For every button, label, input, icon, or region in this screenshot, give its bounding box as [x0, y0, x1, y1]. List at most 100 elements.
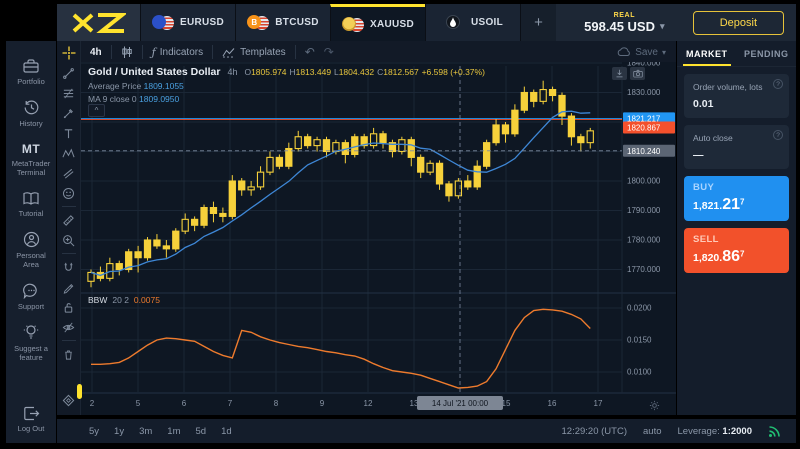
hide-drawings-eye-icon[interactable]: [61, 320, 77, 334]
candle-body: [239, 181, 245, 190]
save-layout-button[interactable]: Save ▾: [617, 47, 676, 58]
order-volume-field[interactable]: Order volume, lots 0.01 ?: [684, 74, 789, 118]
add-symbol-tab-button[interactable]: +: [520, 4, 556, 41]
sell-button[interactable]: SELL 1,820.867: [684, 228, 789, 273]
account-selector[interactable]: REAL 598.45 USD ▾: [556, 4, 693, 41]
candlestick-icon: [121, 46, 133, 59]
crosshair-tool-icon[interactable]: [61, 46, 77, 60]
svg-text:14 Jul '21 00:00: 14 Jul '21 00:00: [432, 399, 489, 408]
candle-body: [568, 116, 574, 137]
ruler-tool-icon[interactable]: [61, 213, 77, 227]
candle-body: [116, 264, 122, 270]
order-panel: MARKET PENDING Order volume, lots 0.01 ?…: [676, 41, 796, 415]
tab-pending[interactable]: PENDING: [737, 41, 797, 66]
price-axis-label: 1830.000: [627, 88, 661, 97]
sidebar-item-history[interactable]: History: [6, 94, 56, 133]
legend-collapse-button[interactable]: ^: [88, 104, 105, 117]
candle-body: [455, 181, 461, 196]
templates-icon: [222, 47, 236, 58]
bbw-line: [91, 309, 590, 388]
candle-body: [182, 219, 188, 231]
range-button-1y[interactable]: 1y: [114, 426, 124, 437]
redo-button[interactable]: ↷: [324, 41, 343, 63]
candle-body: [474, 166, 480, 187]
zoom-in-tool-icon[interactable]: [61, 233, 77, 247]
chevron-down-icon: ▾: [660, 21, 665, 32]
sidebar-item-support[interactable]: Support: [6, 278, 56, 316]
trend-line-tool-icon[interactable]: [61, 66, 77, 80]
edit-pencil-tool-icon[interactable]: [61, 280, 77, 294]
channel-tool-icon[interactable]: [61, 166, 77, 180]
object-tree-cube-icon[interactable]: [61, 393, 77, 407]
chart-canvas[interactable]: 1840.0001830.0001800.0001790.0001780.000…: [81, 62, 676, 415]
text-tool-icon[interactable]: [61, 126, 77, 140]
symbol-tab-btcusd[interactable]: B BTCUSD: [235, 4, 330, 41]
axis-settings-button[interactable]: [649, 398, 660, 416]
brush-tool-icon[interactable]: [61, 106, 77, 120]
auto-close-field[interactable]: Auto close — ?: [684, 125, 789, 169]
candle-body: [540, 90, 546, 102]
help-icon[interactable]: ?: [773, 79, 783, 89]
buy-button[interactable]: BUY 1,821.217: [684, 176, 789, 221]
timeframe-selector[interactable]: 4h: [81, 41, 111, 63]
exness-logo: [57, 4, 140, 41]
range-button-1d[interactable]: 1d: [221, 426, 232, 437]
chart-toolbar: 4h ƒ Indicators Templates ↶ ↷ Save ▾: [81, 41, 676, 64]
deposit-button[interactable]: Deposit: [693, 11, 784, 35]
candle-body: [248, 187, 254, 190]
auto-close-value[interactable]: —: [693, 149, 780, 161]
bottom-bar: 5y1y3m1m5d1d 12:29:20 (UTC) auto Leverag…: [57, 418, 796, 443]
candle-body: [201, 208, 207, 226]
range-button-1m[interactable]: 1m: [167, 426, 180, 437]
leverage-info: Leverage: 1:2000: [678, 426, 753, 437]
sidebar-item-logout[interactable]: Log Out: [6, 401, 56, 443]
candle-body: [399, 140, 405, 152]
lock-tool-icon[interactable]: [61, 300, 77, 314]
screenshot-chart-button[interactable]: [630, 67, 645, 80]
btcusd-pair-icon: B: [247, 15, 269, 30]
timezone-auto-toggle[interactable]: auto: [643, 426, 662, 437]
symbol-tab-usoil[interactable]: USOIL: [425, 4, 520, 41]
emoji-tool-icon[interactable]: [61, 186, 77, 200]
candle-body: [220, 213, 226, 216]
undo-button[interactable]: ↶: [296, 41, 324, 63]
symbol-tab-eurusd[interactable]: EURUSD: [140, 4, 235, 41]
indicators-button[interactable]: ƒ Indicators: [143, 41, 212, 63]
price-chart[interactable]: 1840.0001830.0001800.0001790.0001780.000…: [81, 62, 676, 415]
xabcd-pattern-tool-icon[interactable]: [61, 146, 77, 160]
candle-body: [408, 140, 414, 158]
magnet-tool-icon[interactable]: [61, 260, 77, 274]
symbol-tab-label: EURUSD: [180, 17, 224, 28]
x-axis-label: 7: [228, 399, 233, 408]
bbw-axis-label: 0.0100: [627, 368, 652, 377]
candle-body: [210, 208, 216, 214]
delete-drawings-trash-icon[interactable]: [61, 347, 77, 361]
candle-body: [144, 240, 150, 258]
account-balance: 598.45 USD: [584, 19, 655, 34]
range-button-5y[interactable]: 5y: [89, 426, 99, 437]
sidebar-item-label: Log Out: [18, 424, 45, 433]
download-chart-button[interactable]: [612, 67, 627, 80]
help-icon[interactable]: ?: [773, 130, 783, 140]
sidebar-item-metatrader-terminal[interactable]: MT MetaTrader Terminal: [6, 137, 56, 183]
templates-button[interactable]: Templates: [213, 41, 295, 63]
range-button-3m[interactable]: 3m: [139, 426, 152, 437]
price-axis-label: 1790.000: [627, 206, 661, 215]
symbol-tab-xauusd[interactable]: XAUUSD: [330, 4, 425, 41]
sidebar-item-suggest-feature[interactable]: Suggest a feature: [6, 319, 56, 368]
chart-type-button[interactable]: [112, 41, 142, 63]
price-axis-label: 1770.000: [627, 265, 661, 274]
candle-body: [521, 93, 527, 111]
range-button-5d[interactable]: 5d: [196, 426, 207, 437]
templates-label: Templates: [240, 47, 286, 58]
fibonacci-tool-icon[interactable]: [61, 86, 77, 100]
price-axis-label: 1800.000: [627, 177, 661, 186]
order-volume-value[interactable]: 0.01: [693, 98, 780, 110]
bbw-axis-label: 0.0200: [627, 304, 652, 313]
sidebar-item-tutorial[interactable]: Tutorial: [6, 186, 56, 223]
indicator-handle[interactable]: [77, 384, 82, 399]
tab-market[interactable]: MARKET: [677, 41, 737, 66]
sidebar-item-portfolio[interactable]: Portfolio: [6, 53, 56, 91]
sidebar-item-personal-area[interactable]: Personal Area: [6, 226, 56, 275]
candle-body: [305, 137, 311, 146]
